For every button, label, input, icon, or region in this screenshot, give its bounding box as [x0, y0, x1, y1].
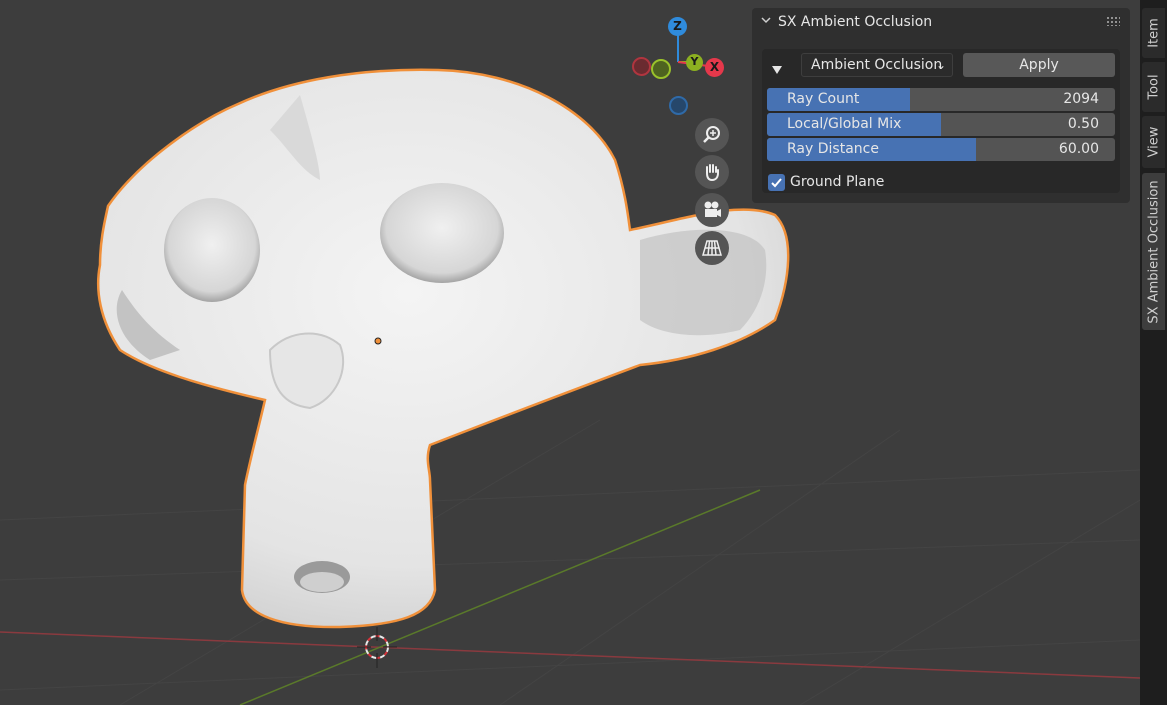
- slider-label: Local/Global Mix: [787, 116, 902, 132]
- tab-view[interactable]: View: [1142, 116, 1165, 168]
- checkmark-icon: [771, 178, 782, 188]
- chevron-down-icon: ⌄: [935, 58, 946, 72]
- gizmo-y-axis[interactable]: Y: [686, 54, 703, 71]
- ground-plane-label: Ground Plane: [790, 174, 885, 190]
- local-global-mix-slider[interactable]: Local/Global Mix 0.50: [767, 113, 1115, 136]
- ray-count-slider[interactable]: Ray Count 2094: [767, 88, 1115, 111]
- tab-label: Item: [1146, 18, 1161, 48]
- gizmo-neg-x-axis[interactable]: [632, 57, 651, 76]
- tab-item[interactable]: Item: [1142, 8, 1165, 58]
- gizmo-z-axis[interactable]: Z: [668, 17, 687, 36]
- slider-value: 0.50: [1067, 116, 1099, 132]
- mode-dropdown-value: Ambient Occlusion: [811, 57, 943, 73]
- gizmo-neg-y-axis[interactable]: [651, 59, 671, 79]
- perspective-toggle-button[interactable]: [695, 231, 729, 265]
- camera-icon: [704, 201, 721, 217]
- sidebar-tab-bar: Item Tool View SX Ambient Occlusion: [1140, 0, 1167, 705]
- ground-plane-checkbox[interactable]: [768, 174, 785, 191]
- pan-button[interactable]: [695, 155, 729, 189]
- suzanne-mesh: [96, 68, 790, 629]
- hand-icon: [706, 164, 719, 182]
- floor-grid: [0, 419, 1140, 705]
- slider-label: Ray Count: [787, 91, 860, 107]
- panel-header[interactable]: SX Ambient Occlusion: [752, 8, 1130, 36]
- gizmo-neg-z-axis[interactable]: [669, 96, 688, 115]
- tab-label: Tool: [1146, 74, 1161, 100]
- slider-value: 2094: [1063, 91, 1099, 107]
- chevron-down-icon[interactable]: [760, 14, 772, 29]
- drag-grip-icon[interactable]: [1106, 16, 1120, 26]
- ray-distance-slider[interactable]: Ray Distance 60.00: [767, 138, 1115, 161]
- gizmo-x-axis[interactable]: X: [705, 58, 724, 77]
- tab-sx-ambient-occlusion[interactable]: SX Ambient Occlusion: [1142, 173, 1165, 330]
- sx-ambient-occlusion-panel: SX Ambient Occlusion Ambient Occlusion ⌄…: [752, 8, 1130, 203]
- tab-label: View: [1146, 126, 1161, 158]
- slider-value: 60.00: [1058, 141, 1099, 157]
- zoom-icon: [703, 126, 720, 143]
- object-origin: [374, 337, 382, 345]
- zoom-button[interactable]: [695, 118, 729, 152]
- panel-title: SX Ambient Occlusion: [778, 14, 933, 30]
- slider-label: Ray Distance: [787, 141, 879, 157]
- mode-dropdown[interactable]: Ambient Occlusion ⌄: [801, 53, 953, 77]
- ao-settings-subpanel: Ambient Occlusion ⌄ Apply Ray Count 2094…: [762, 49, 1120, 193]
- camera-view-button[interactable]: [695, 193, 729, 227]
- triangle-down-icon[interactable]: [770, 61, 784, 74]
- tab-label: SX Ambient Occlusion: [1146, 179, 1161, 324]
- x-axis-line: [0, 631, 1140, 679]
- apply-button[interactable]: Apply: [963, 53, 1115, 77]
- tab-tool[interactable]: Tool: [1142, 62, 1165, 112]
- grid-icon: [702, 240, 722, 256]
